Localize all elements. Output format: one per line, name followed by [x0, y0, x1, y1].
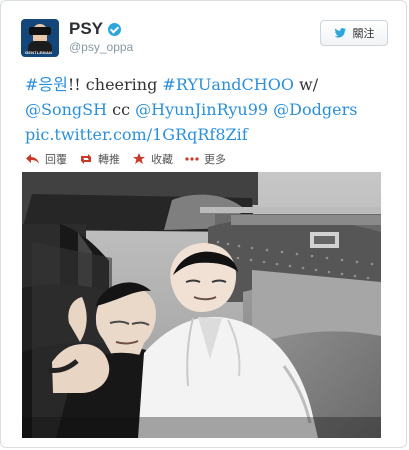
verified-icon [108, 22, 122, 36]
avatar[interactable]: GENTLEMAN [21, 19, 59, 57]
tweet-text: #응원!! cheering #RYUandCHOO w/ @SongSH cc… [25, 72, 381, 147]
favorite-action[interactable]: 收藏 [131, 151, 173, 167]
mention-hyunjinryu-link[interactable]: @HyunJinRyu99 [135, 100, 268, 119]
follow-button[interactable]: 關注 [320, 20, 388, 46]
author-name-row[interactable]: PSY [69, 19, 122, 39]
twitter-bird-icon [334, 28, 347, 38]
reply-action[interactable]: 回覆 [25, 151, 67, 167]
tweet-card: GENTLEMAN PSY @psy_oppa 關注 #응원!! cheerin… [0, 0, 407, 448]
tweet-text-with: w/ [293, 75, 319, 94]
reply-label: 回覆 [45, 154, 67, 166]
hashtag-korean-link[interactable]: #응원 [25, 75, 68, 94]
favorite-label: 收藏 [151, 154, 173, 166]
avatar-text: GENTLEMAN [25, 50, 53, 55]
more-action[interactable]: 更多 [184, 151, 226, 167]
photo-link[interactable]: pic.twitter.com/1GRqRf8Zif [25, 125, 248, 144]
display-name[interactable]: PSY [69, 19, 103, 39]
tweet-actions: 回覆 轉推 收藏 更多 [25, 150, 226, 168]
avatar-sunglasses [29, 27, 51, 35]
mention-songsh-link[interactable]: @SongSH [25, 100, 107, 119]
hashtag-ryu-choo-link[interactable]: #RYUandCHOO [162, 75, 294, 94]
more-label: 更多 [204, 154, 226, 166]
tweet-header: GENTLEMAN PSY @psy_oppa 關注 [21, 19, 388, 63]
tweet-text-cc: cc [107, 100, 136, 119]
retweet-label: 轉推 [98, 154, 120, 166]
mention-dodgers-link[interactable]: @Dodgers [273, 100, 357, 119]
tweet-line-2: @SongSH cc @HyunJinRyu99 @Dodgers [25, 97, 381, 122]
reply-icon [25, 153, 41, 165]
tweet-line-3: pic.twitter.com/1GRqRf8Zif [25, 122, 381, 147]
user-handle[interactable]: @psy_oppa [69, 40, 133, 54]
tweet-line-1: #응원!! cheering #RYUandCHOO w/ [25, 72, 381, 97]
favorite-icon [131, 153, 147, 165]
retweet-icon [78, 153, 94, 165]
follow-label: 關注 [352, 28, 375, 40]
retweet-action[interactable]: 轉推 [78, 151, 120, 167]
tweet-photo[interactable] [22, 172, 381, 438]
more-icon [184, 153, 200, 165]
tweet-text-cheering: !! cheering [67, 75, 163, 94]
